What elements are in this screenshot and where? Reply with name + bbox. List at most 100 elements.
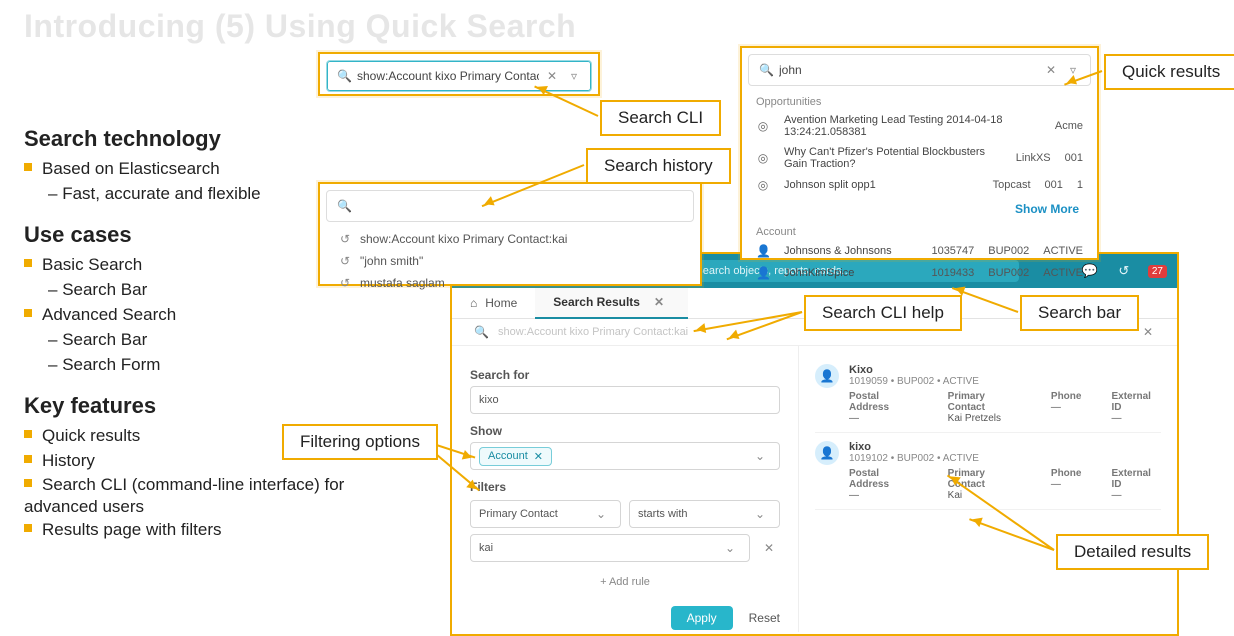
show-chip[interactable]: Account ✕: [479, 447, 552, 466]
col-value: Kai Pretzels: [948, 413, 1021, 424]
cli-search-field[interactable]: 🔍 ✕ ▿: [326, 60, 592, 92]
label-search-for: Search for: [470, 368, 780, 382]
quick-result-col: 001: [1045, 179, 1063, 191]
result-meta: 1019102 • BUP002 • ACTIVE: [849, 453, 1161, 464]
notification-badge[interactable]: 27: [1148, 265, 1167, 278]
quick-result-row[interactable]: ◎ Johnson split opp1 Topcast 001 1: [742, 174, 1097, 196]
col-header: Primary Contact: [948, 391, 1021, 413]
history-item[interactable]: ↺show:Account kixo Primary Contact:kai: [320, 228, 700, 250]
callout-detailed: Detailed results: [1056, 534, 1209, 570]
callout-search-cli: Search CLI: [600, 100, 721, 136]
chip-remove-icon[interactable]: ✕: [534, 450, 543, 463]
callout-cli-help: Search CLI help: [804, 295, 962, 331]
quick-result-col: Acme: [1055, 120, 1083, 132]
show-more-link[interactable]: Show More: [742, 196, 1097, 222]
label-filters: Filters: [470, 480, 780, 494]
quick-search-field[interactable]: 🔍 ✕ ▿: [748, 54, 1091, 86]
avatar-icon: 👤: [815, 364, 839, 388]
filter-panel: Search for kixo Show Account✕ ⌄ Filters …: [452, 346, 799, 632]
quick-result-col: ACTIVE: [1043, 267, 1083, 279]
cli-search-input[interactable]: [355, 68, 541, 84]
reset-button[interactable]: Reset: [749, 611, 780, 625]
add-rule-button[interactable]: + Add rule: [470, 576, 780, 588]
col-header: Postal Address: [849, 468, 918, 490]
search-for-input[interactable]: kixo: [470, 386, 780, 414]
bullet-cli: Search CLI (command-line interface) for …: [24, 474, 404, 517]
faded-title: Introducing (5) Using Quick Search: [24, 8, 576, 45]
clock-icon: ↺: [338, 254, 352, 268]
chevron-down-icon: ⌄: [723, 541, 737, 555]
col-header: Postal Address: [849, 391, 918, 413]
quick-section-account: Account: [742, 222, 1097, 240]
quick-result-col: Topcast: [993, 179, 1031, 191]
search-icon: 🔍: [337, 199, 351, 213]
apply-button[interactable]: Apply: [671, 606, 733, 630]
remove-rule-icon[interactable]: ✕: [762, 541, 776, 555]
quick-result-title: Why Can't Pfizer's Potential Blockbuster…: [784, 146, 1002, 170]
close-icon[interactable]: ✕: [652, 295, 666, 309]
col-value: —: [849, 490, 918, 501]
history-item-label: mustafa saglam: [360, 276, 445, 290]
filter-field-value: Primary Contact: [479, 508, 558, 520]
search-icon: 🔍: [337, 69, 351, 83]
chevron-down-icon: ⌄: [594, 507, 608, 521]
bullet-results: Results page with filters: [24, 519, 404, 542]
col-value: —: [1111, 490, 1161, 501]
col-header: External ID: [1111, 391, 1161, 413]
tab-label: Home: [485, 296, 517, 310]
quick-result-col: BUP002: [988, 245, 1029, 257]
quick-result-title: Johnson split opp1: [784, 179, 979, 191]
clear-icon[interactable]: ✕: [1044, 63, 1058, 77]
quick-result-row[interactable]: ◎ Avention Marketing Lead Testing 2014-04…: [742, 110, 1097, 142]
history-popup: 🔍 ↺show:Account kixo Primary Contact:kai…: [318, 182, 702, 286]
filter-field-select[interactable]: Primary Contact ⌄: [470, 500, 621, 528]
search-icon: 🔍: [759, 63, 773, 77]
cli-help-placeholder: show:Account kixo Primary Contact:kai: [498, 326, 688, 338]
home-icon: ⌂: [470, 296, 477, 310]
col-header: Phone: [1051, 468, 1082, 479]
opportunity-icon: ◎: [756, 151, 770, 165]
history-icon[interactable]: ↺: [1114, 263, 1134, 279]
filter-op-select[interactable]: starts with⌄: [629, 500, 780, 528]
result-card[interactable]: 👤 Kixo 1019059 • BUP002 • ACTIVE Postal …: [815, 356, 1161, 433]
clock-icon: ↺: [338, 232, 352, 246]
result-card[interactable]: 👤 kixo 1019102 • BUP002 • ACTIVE Postal …: [815, 433, 1161, 510]
chevron-down-icon: ⌄: [753, 449, 767, 463]
detail-panel: 👤 Kixo 1019059 • BUP002 • ACTIVE Postal …: [799, 346, 1177, 632]
person-icon: 👤: [756, 244, 770, 258]
quick-result-row[interactable]: 👤Johnsons & Johnsons1035747BUP002ACTIVE: [742, 240, 1097, 262]
history-item[interactable]: ↺ mustafa saglam: [320, 272, 700, 294]
history-search-input[interactable]: [355, 198, 687, 214]
left-column: Search technology Based on Elasticsearch…: [24, 110, 404, 544]
quick-result-title: Johnsons & Johnsons: [784, 245, 917, 257]
subbullet-adv-bar: Search Bar: [24, 329, 404, 352]
quick-result-col: 1: [1077, 179, 1083, 191]
show-select[interactable]: Account ✕ ⌄: [470, 442, 780, 470]
heading-search-tech: Search technology: [24, 126, 404, 152]
quick-result-col: 1019433: [931, 267, 974, 279]
quick-result-title: Avention Marketing Lead Testing 2014-04-…: [784, 114, 1041, 138]
quick-search-input[interactable]: [777, 62, 1040, 78]
history-item-label: "john smith": [360, 254, 423, 268]
chip-label: Account: [488, 450, 528, 462]
tab-label: Search Results: [553, 295, 640, 309]
history-item[interactable]: ↺ "john smith": [320, 250, 700, 272]
callout-search-bar: Search bar: [1020, 295, 1139, 331]
avatar-icon: 👤: [815, 441, 839, 465]
quick-result-row[interactable]: ◎ Why Can't Pfizer's Potential Blockbuste…: [742, 142, 1097, 174]
clock-icon: ↺: [338, 276, 352, 290]
search-icon: 🔍: [474, 325, 488, 339]
col-header: Phone: [1051, 391, 1082, 402]
quick-result-row[interactable]: 👤JohnKimSpice1019433BUP002ACTIVE: [742, 262, 1097, 284]
opportunity-icon: ◎: [756, 178, 770, 192]
callout-quick-results: Quick results: [1104, 54, 1234, 90]
opportunity-icon: ◎: [756, 119, 770, 133]
quick-result-col: BUP002: [988, 267, 1029, 279]
filter-value-input[interactable]: kai⌄: [470, 534, 750, 562]
col-header: External ID: [1111, 468, 1161, 490]
subbullet-adv-form: Search Form: [24, 354, 404, 377]
col-value: —: [1051, 402, 1082, 413]
close-icon[interactable]: ✕: [1141, 325, 1155, 339]
filter-icon[interactable]: ▿: [567, 69, 581, 83]
clear-icon[interactable]: ✕: [545, 69, 559, 83]
